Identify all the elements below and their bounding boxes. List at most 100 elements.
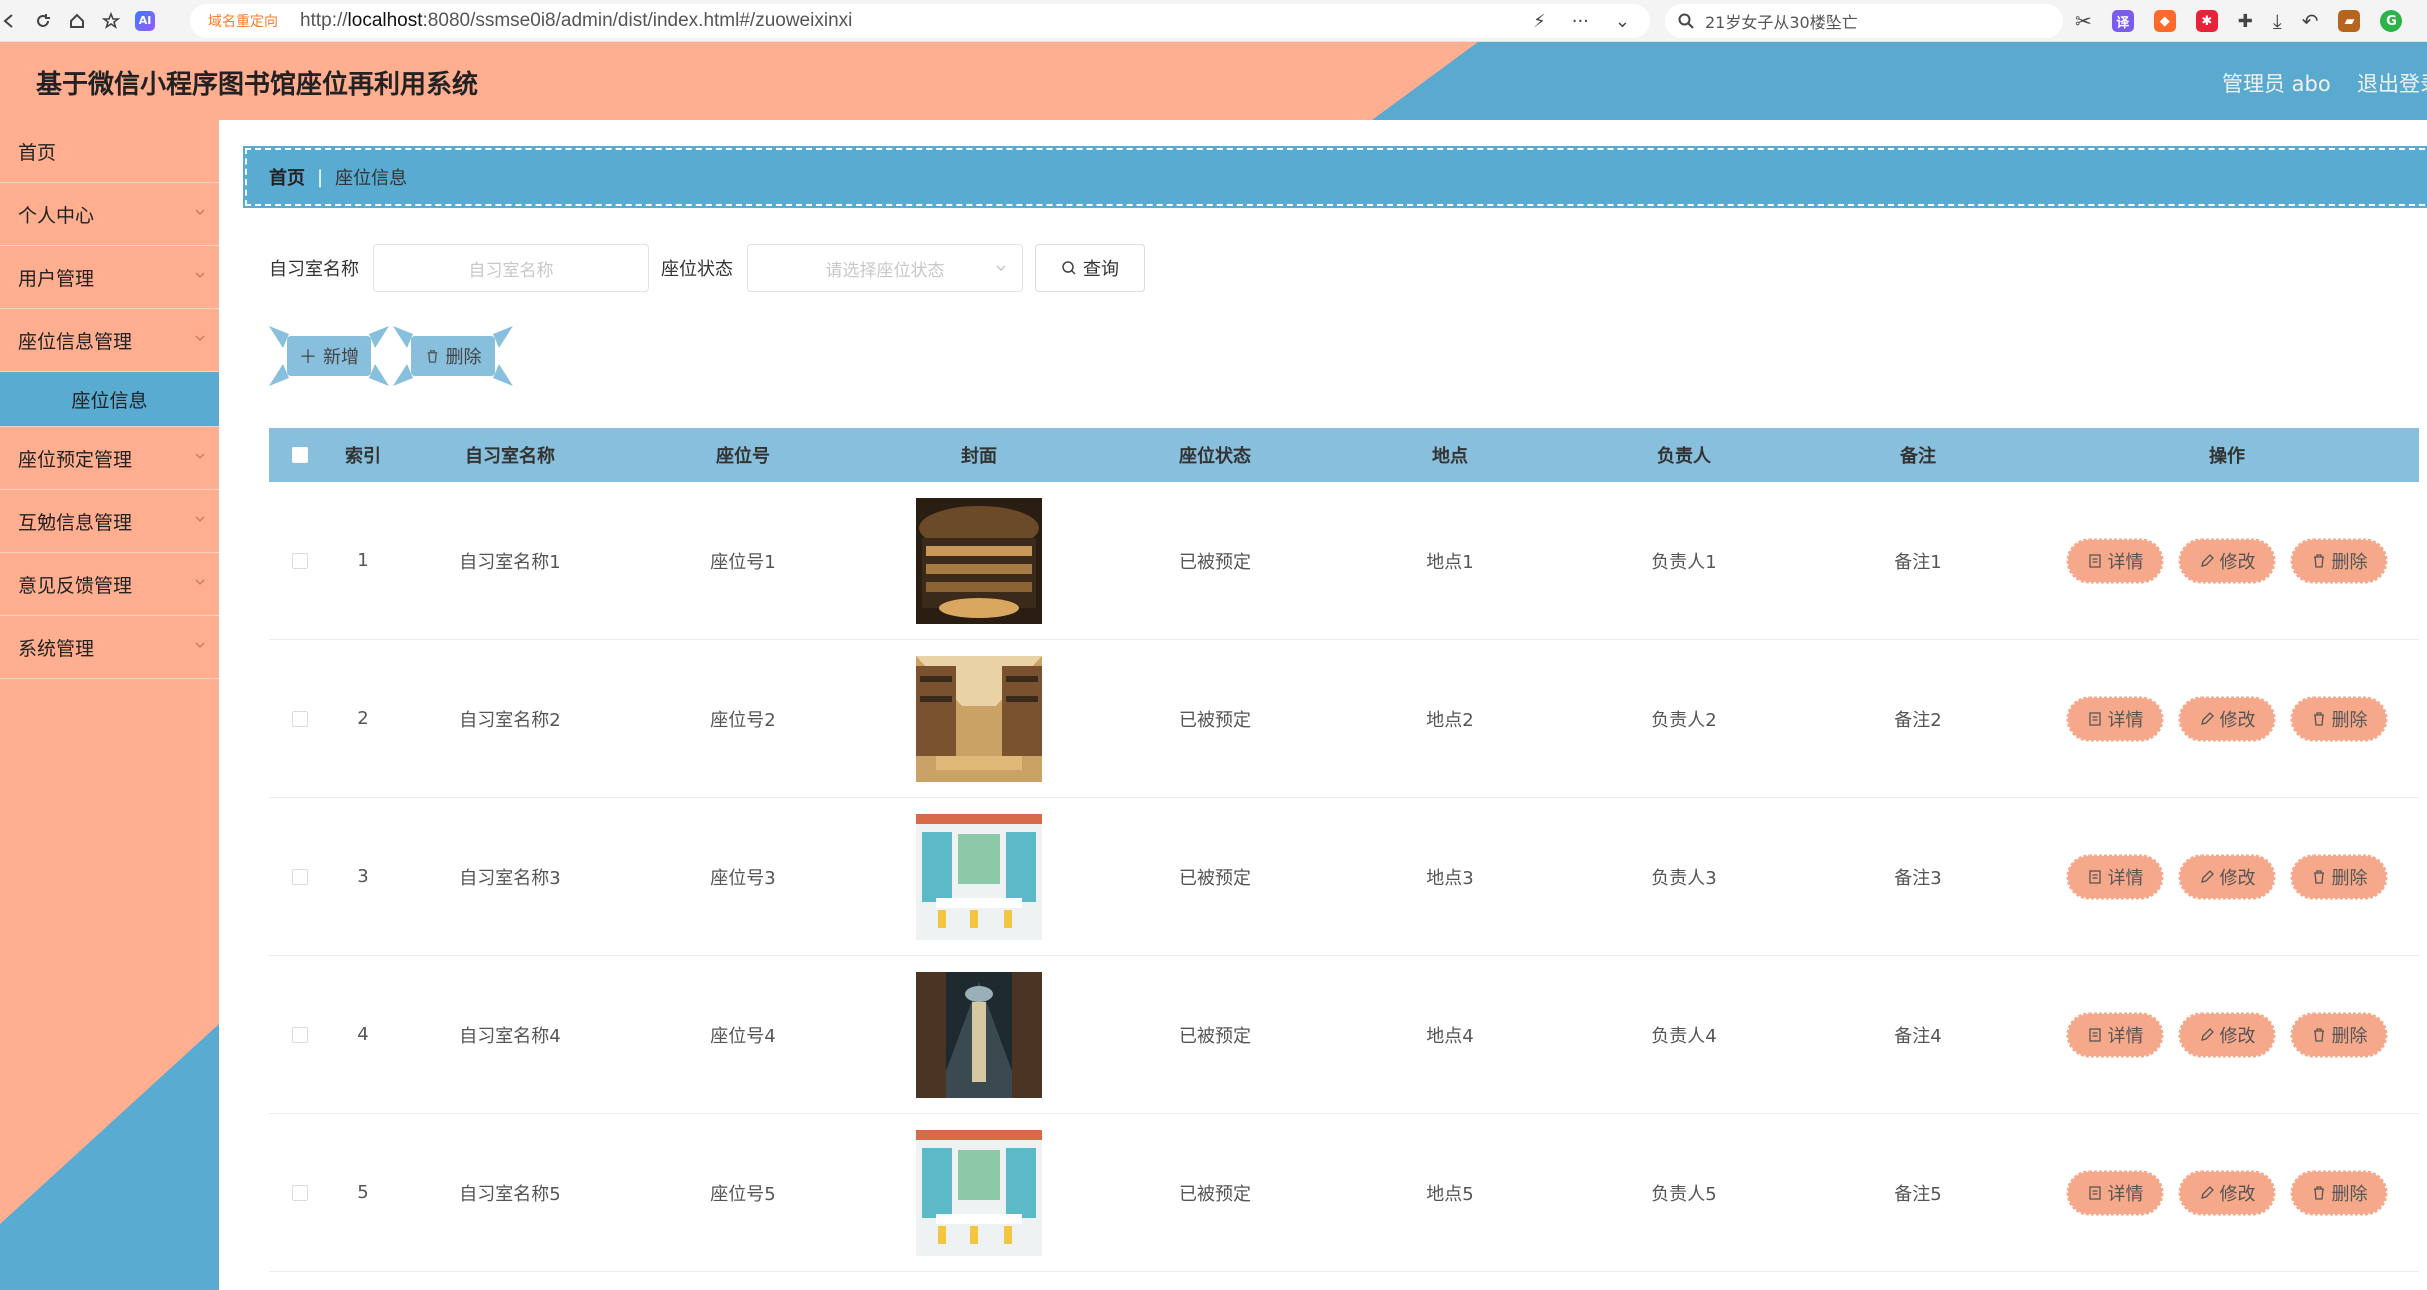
lightning-icon[interactable]: ⚡ [1533, 11, 1546, 32]
row-owner: 负责人2 [1651, 709, 1717, 731]
sidebar-item-home[interactable]: 首页 [0, 120, 219, 183]
table-row: 5 自习室名称5 座位号5 已被预定 地点5 负责人5 备注5 详情 修改 删除 [269, 1114, 2419, 1272]
edit-button[interactable]: 修改 [2178, 1170, 2276, 1216]
edit-icon [2200, 711, 2214, 725]
row-note: 备注2 [1894, 709, 1942, 731]
search-icon [1678, 13, 1694, 29]
delete-button[interactable]: 删除 [2290, 1012, 2388, 1058]
row-status: 已被预定 [1179, 1183, 1251, 1205]
browser-search-box[interactable]: 21岁女子从30楼坠亡 [1665, 4, 2063, 38]
sidebar-item-profile[interactable]: 个人中心 [0, 183, 219, 246]
sidebar-item-reservation[interactable]: 座位预定管理 [0, 427, 219, 490]
query-button[interactable]: 查询 [1035, 244, 1145, 292]
edit-label: 修改 [2219, 709, 2256, 731]
undo-icon[interactable]: ↶ [2302, 9, 2319, 33]
batch-delete-button[interactable]: 删除 [393, 326, 513, 386]
sidebar-item-mutual[interactable]: 互勉信息管理 [0, 490, 219, 553]
row-checkbox[interactable] [292, 868, 308, 885]
seat-status-select[interactable]: 请选择座位状态 [747, 244, 1023, 292]
sidebar-item-system[interactable]: 系统管理 [0, 616, 219, 679]
row-place: 地点2 [1426, 709, 1474, 731]
row-checkbox[interactable] [292, 1026, 308, 1043]
table-row: 2 自习室名称2 座位号2 已被预定 地点2 负责人2 备注2 详情 修改 删除 [269, 640, 2419, 798]
add-button[interactable]: ＋ 新增 [269, 326, 389, 386]
batch-delete-label: 删除 [445, 347, 482, 368]
edit-button[interactable]: 修改 [2178, 854, 2276, 900]
chevron-up-icon [195, 335, 205, 341]
delete-button[interactable]: 删除 [2290, 1170, 2388, 1216]
detail-button[interactable]: 详情 [2066, 854, 2164, 900]
address-bar[interactable]: 域名重定向 http://localhost:8080/ssmse0i8/adm… [190, 4, 1650, 38]
detail-button[interactable]: 详情 [2066, 1170, 2164, 1216]
row-seat: 座位号3 [710, 867, 776, 889]
breadcrumb-home[interactable]: 首页 [269, 164, 305, 190]
sidebar-item-feedback[interactable]: 意见反馈管理 [0, 553, 219, 616]
row-place: 地点1 [1426, 551, 1474, 573]
room-name-input[interactable]: 自习室名称 [373, 244, 649, 292]
row-room: 自习室名称3 [459, 867, 561, 889]
delete-button[interactable]: 删除 [2290, 854, 2388, 900]
more-icon[interactable]: ··· [1572, 11, 1589, 32]
edit-icon [2200, 1185, 2214, 1199]
row-index: 1 [357, 550, 369, 571]
edit-icon [2200, 869, 2214, 883]
delete-button[interactable]: 删除 [2290, 538, 2388, 584]
sidebar-item-seat-info[interactable]: 座位信息 [0, 372, 219, 427]
sidebar-item-seat-management[interactable]: 座位信息管理 [0, 309, 219, 372]
bookmark-star-icon[interactable] [94, 4, 128, 38]
header-room: 自习室名称 [465, 446, 555, 467]
detail-button[interactable]: 详情 [2066, 1012, 2164, 1058]
chevron-down-icon [195, 516, 205, 522]
back-icon[interactable] [0, 4, 26, 38]
cover-image [916, 813, 1042, 940]
app-header: 基于微信小程序图书馆座位再利用系统 管理员 abo 退出登录 [0, 42, 2427, 120]
table-row: 3 自习室名称3 座位号3 已被预定 地点3 负责人3 备注3 详情 修改 删除 [269, 798, 2419, 956]
briefcase-icon[interactable]: ▰ [2338, 10, 2361, 32]
row-checkbox[interactable] [292, 1184, 308, 1201]
row-place: 地点4 [1426, 1025, 1474, 1047]
detail-button[interactable]: 详情 [2066, 538, 2164, 584]
room-name-label: 自习室名称 [269, 259, 359, 280]
ai-assistant-icon[interactable]: AI [128, 4, 162, 38]
document-icon [2088, 869, 2101, 884]
sidebar-item-users[interactable]: 用户管理 [0, 246, 219, 309]
reload-icon[interactable] [26, 4, 60, 38]
scissors-icon[interactable]: ✂ [2075, 9, 2092, 33]
row-index: 4 [357, 1024, 369, 1045]
row-owner: 负责人1 [1651, 551, 1717, 573]
game-icon[interactable]: ◆ [2153, 10, 2176, 32]
row-seat: 座位号5 [710, 1183, 776, 1205]
row-place: 地点5 [1426, 1183, 1474, 1205]
document-icon [2088, 1027, 2101, 1042]
delete-label: 删除 [2331, 1025, 2368, 1047]
select-all-checkbox[interactable] [292, 447, 308, 463]
download-icon[interactable]: ⤓ [2273, 9, 2282, 33]
trash-icon [2313, 1185, 2324, 1200]
sidebar-item-label: 互勉信息管理 [18, 511, 133, 534]
row-checkbox[interactable] [292, 710, 308, 727]
translate-icon[interactable]: 译 [2111, 10, 2134, 32]
edit-button[interactable]: 修改 [2178, 696, 2276, 742]
document-icon [2088, 553, 2101, 568]
app-icon[interactable]: ✱ [2195, 10, 2218, 32]
row-owner: 负责人3 [1651, 867, 1717, 889]
row-actions: 详情 修改 删除 [2035, 956, 2419, 1113]
row-status: 已被预定 [1179, 1025, 1251, 1047]
profile-icon[interactable]: G [2380, 10, 2403, 32]
detail-button[interactable]: 详情 [2066, 696, 2164, 742]
edit-button[interactable]: 修改 [2178, 538, 2276, 584]
row-checkbox[interactable] [292, 552, 308, 569]
row-room: 自习室名称5 [459, 1183, 561, 1205]
header-note: 备注 [1900, 446, 1936, 467]
sidebar-item-label: 座位信息管理 [18, 330, 133, 353]
edit-button[interactable]: 修改 [2178, 1012, 2276, 1058]
home-icon[interactable] [60, 4, 94, 38]
edit-label: 修改 [2219, 867, 2256, 889]
row-status: 已被预定 [1179, 867, 1251, 889]
row-room: 自习室名称2 [459, 709, 561, 731]
row-actions: 详情 修改 删除 [2035, 1114, 2419, 1271]
chevron-down-icon[interactable]: ⌄ [1615, 11, 1630, 32]
logout-link[interactable]: 退出登录 [2357, 68, 2427, 98]
delete-button[interactable]: 删除 [2290, 696, 2388, 742]
puzzle-icon[interactable]: ✚ [2238, 11, 2253, 32]
